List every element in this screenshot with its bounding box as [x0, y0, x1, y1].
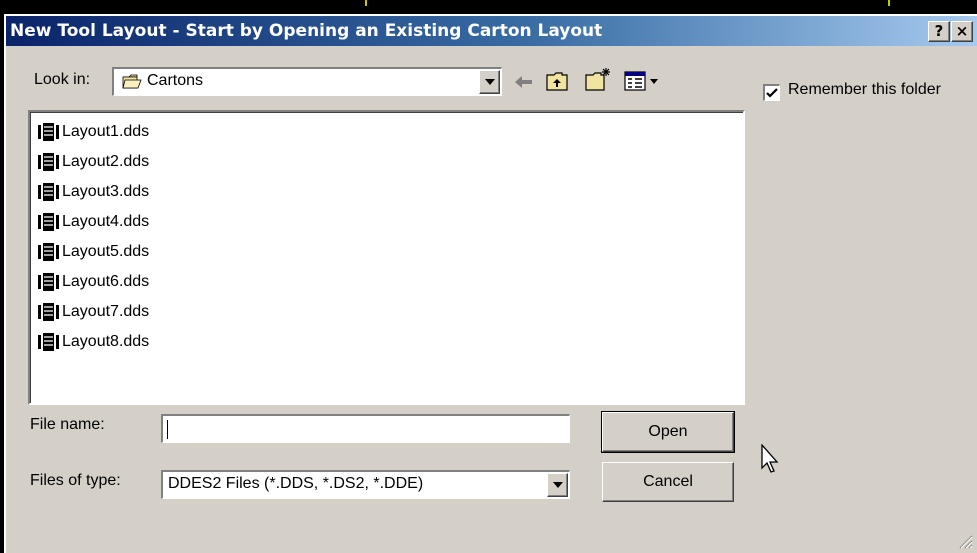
layout-file-icon: [38, 303, 59, 321]
remember-folder-checkbox[interactable]: [763, 84, 780, 101]
new-folder-icon[interactable]: [584, 67, 612, 92]
resize-grip-icon[interactable]: [957, 533, 973, 549]
file-name: Layout8.dds: [62, 333, 150, 350]
file-name: Layout6.dds: [62, 273, 150, 290]
file-name: Layout1.dds: [62, 123, 150, 140]
file-name-label: File name:: [30, 416, 105, 433]
background-marker: [888, 0, 890, 6]
open-button[interactable]: Open: [601, 411, 735, 453]
close-button[interactable]: ×: [951, 21, 973, 42]
cancel-button-label: Cancel: [643, 473, 693, 490]
cancel-button[interactable]: Cancel: [602, 462, 734, 502]
file-list[interactable]: Layout1.dds Layout2.dds Layout3.dds Layo…: [28, 110, 745, 405]
checkmark-icon: [766, 88, 778, 98]
look-in-label: Look in:: [34, 71, 91, 88]
look-in-dropdown[interactable]: Cartons: [112, 67, 502, 96]
layout-file-icon: [38, 213, 59, 231]
layout-file-icon: [38, 123, 59, 141]
background-marker: [365, 0, 367, 6]
help-button[interactable]: ?: [928, 21, 950, 42]
background-window-strip: [0, 0, 977, 14]
file-name: Layout2.dds: [62, 153, 150, 170]
file-name: Layout5.dds: [62, 243, 150, 260]
view-menu-icon[interactable]: [624, 70, 662, 92]
back-arrow-icon[interactable]: [513, 73, 535, 91]
file-name: Layout3.dds: [62, 183, 150, 200]
layout-file-icon: [38, 243, 59, 261]
text-caret: [167, 420, 168, 439]
layout-file-icon: [38, 273, 59, 291]
files-of-type-value: DDES2 Files (*.DDS, *.DS2, *.DDE): [168, 475, 424, 492]
remember-folder-label: Remember this folder: [788, 81, 941, 98]
dialog-title: New Tool Layout - Start by Opening an Ex…: [10, 21, 603, 41]
folder-icon: [122, 74, 142, 89]
title-bar[interactable]: New Tool Layout - Start by Opening an Ex…: [6, 16, 977, 46]
open-file-dialog: New Tool Layout - Start by Opening an Ex…: [4, 14, 977, 553]
file-name: Layout7.dds: [62, 303, 150, 320]
look-in-value: Cartons: [147, 72, 204, 89]
file-name: Layout4.dds: [62, 213, 150, 230]
layout-file-icon: [38, 183, 59, 201]
files-of-type-label: Files of type:: [30, 472, 121, 489]
up-folder-icon[interactable]: [545, 71, 569, 92]
files-of-type-dropdown[interactable]: DDES2 Files (*.DDS, *.DS2, *.DDE): [161, 470, 570, 499]
layout-file-icon: [38, 333, 59, 351]
files-of-type-dropdown-button[interactable]: [547, 473, 568, 497]
mouse-cursor-icon: [761, 444, 779, 473]
look-in-dropdown-button[interactable]: [479, 70, 500, 94]
file-name-input[interactable]: [161, 414, 570, 443]
open-button-label: Open: [648, 423, 688, 440]
layout-file-icon: [38, 153, 59, 171]
